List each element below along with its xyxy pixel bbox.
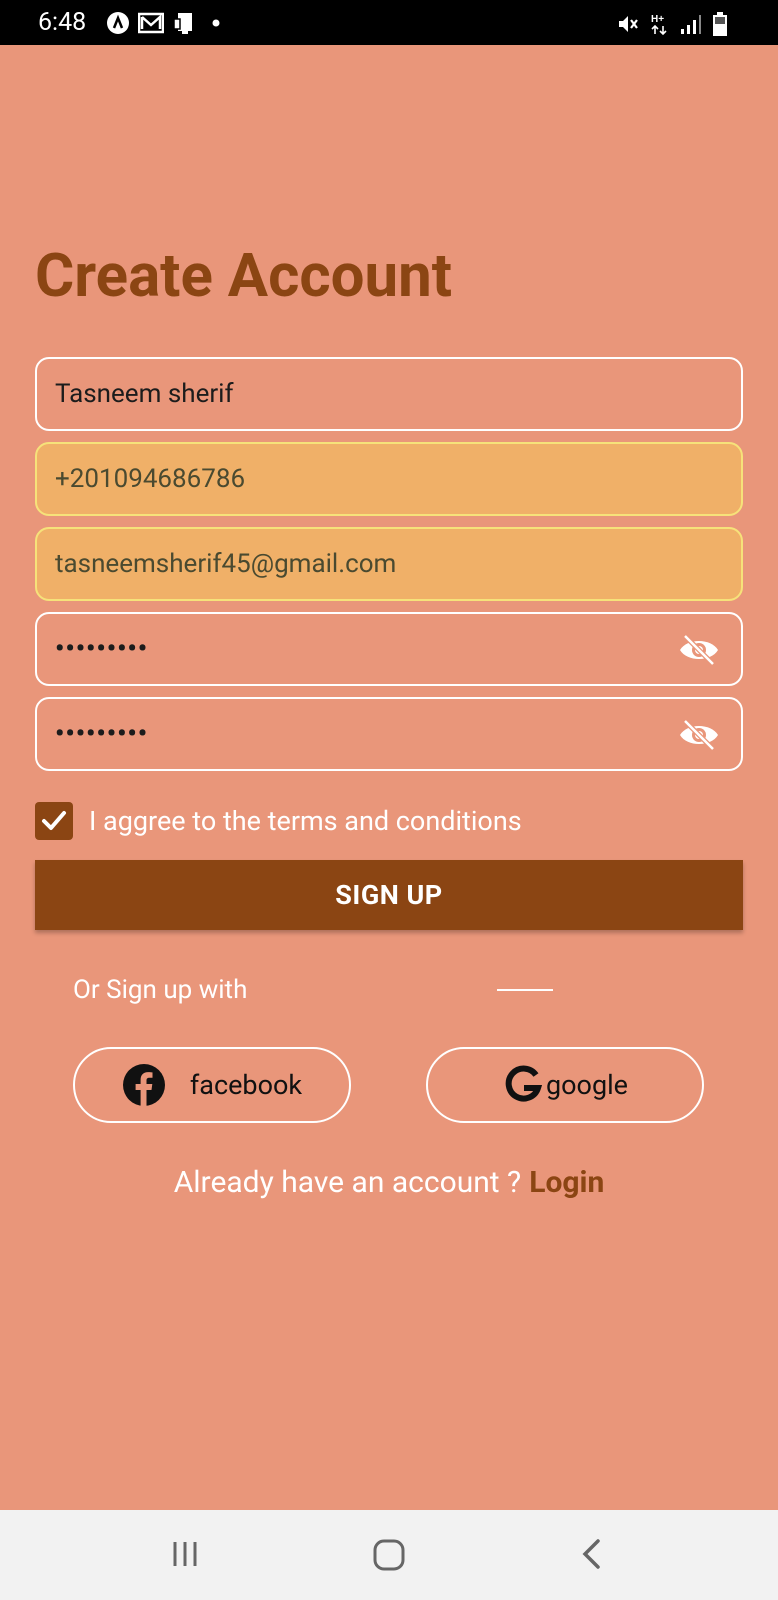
password-field[interactable]: ••••••••• <box>35 612 743 686</box>
login-link[interactable]: Login <box>529 1165 604 1200</box>
network-icon: H+ <box>651 14 667 36</box>
facebook-label: facebook <box>189 1069 303 1101</box>
dot-icon <box>212 19 220 27</box>
phone-field-value: +201094686786 <box>55 464 246 494</box>
back-icon[interactable] <box>578 1538 606 1570</box>
app-icon <box>107 12 129 34</box>
already-text: Already have an account ? <box>173 1165 522 1200</box>
status-left-icons <box>106 11 222 35</box>
device-icon <box>173 13 192 34</box>
name-field-value: Tasneem sherif <box>55 379 234 409</box>
signup-button[interactable]: SIGN UP <box>35 860 743 930</box>
phone-field[interactable]: +201094686786 <box>35 442 743 516</box>
email-field-value: tasneemsherif45@gmail.com <box>55 549 397 579</box>
page-title: Create Account <box>35 240 453 311</box>
google-icon <box>505 1065 543 1102</box>
status-bar: 6:48 H+ <box>0 0 778 45</box>
checkmark-icon <box>42 811 66 830</box>
battery-icon <box>713 12 727 36</box>
svg-text:H+: H+ <box>651 14 664 25</box>
recents-icon[interactable] <box>170 1538 202 1570</box>
confirm-password-field[interactable]: ••••••••• <box>35 697 743 771</box>
or-signup-text: Or Sign up with <box>73 975 248 1005</box>
name-field[interactable]: Tasneem sherif <box>35 357 743 431</box>
signup-screen: Create Account Tasneem sherif +201094686… <box>0 45 778 1510</box>
home-icon[interactable] <box>372 1538 406 1572</box>
terms-label[interactable]: I aggree to the terms and conditions <box>89 805 522 837</box>
signal-icon <box>681 15 701 34</box>
facebook-icon <box>122 1064 165 1106</box>
navigation-bar <box>0 1510 778 1600</box>
status-right-icons: H+ <box>616 11 728 37</box>
google-label: google <box>545 1069 628 1101</box>
facebook-button[interactable]: facebook <box>73 1047 351 1123</box>
login-prompt: Already have an account ? Login <box>0 1165 778 1200</box>
divider-line <box>497 989 553 991</box>
google-button[interactable]: google <box>426 1047 704 1123</box>
gmail-icon <box>138 12 164 34</box>
eye-off-icon[interactable] <box>677 632 721 668</box>
status-time: 6:48 <box>38 8 87 37</box>
password-field-value: ••••••••• <box>55 634 149 664</box>
confirm-password-field-value: ••••••••• <box>55 719 149 749</box>
mute-icon <box>619 16 638 32</box>
terms-checkbox[interactable] <box>35 802 73 840</box>
email-field[interactable]: tasneemsherif45@gmail.com <box>35 527 743 601</box>
terms-row: I aggree to the terms and conditions <box>35 802 522 840</box>
eye-off-icon[interactable] <box>677 717 721 753</box>
